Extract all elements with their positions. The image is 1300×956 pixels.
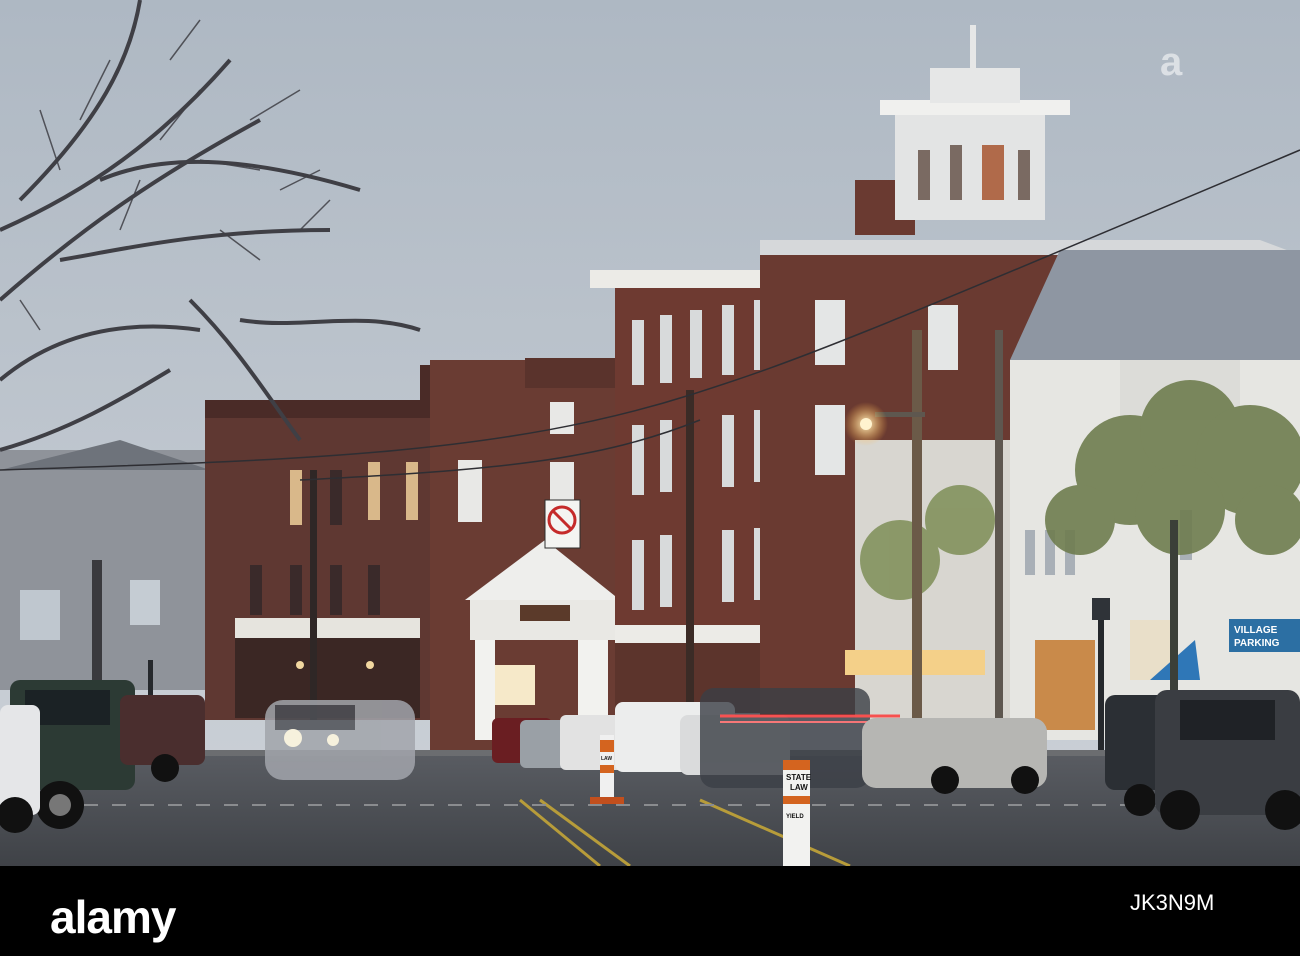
no-u-turn-sign [544,499,581,549]
utility-pole [686,390,694,720]
house-left [0,450,210,690]
utility-pole [912,330,922,730]
image-id: JK3N9M [1130,890,1215,915]
tree-trunk [92,560,102,680]
porch-balcony [235,618,420,638]
parked-minivan-right [1155,690,1300,830]
street-photo: VILLAGE PARKING LAW STATE LAW YIELD [0,0,1300,866]
utility-pole [310,470,317,720]
cone-label: LAW [601,756,612,762]
village-parking-sign: VILLAGE PARKING [1229,619,1300,652]
state-law-text-2: LAW [790,783,808,792]
state-law-text-1: STATE [786,773,812,782]
parked-car-left [0,705,40,833]
village-parking-text-2: PARKING [1234,638,1280,649]
moving-car [265,700,415,780]
watermark-logo: a [1160,40,1183,84]
village-parking-text-1: VILLAGE [1234,625,1278,636]
state-law-sign: STATE LAW YIELD [783,760,812,866]
state-law-text-3: YIELD [786,814,804,820]
brand-logo: alamy [50,891,176,943]
footer-bar [0,866,1300,956]
